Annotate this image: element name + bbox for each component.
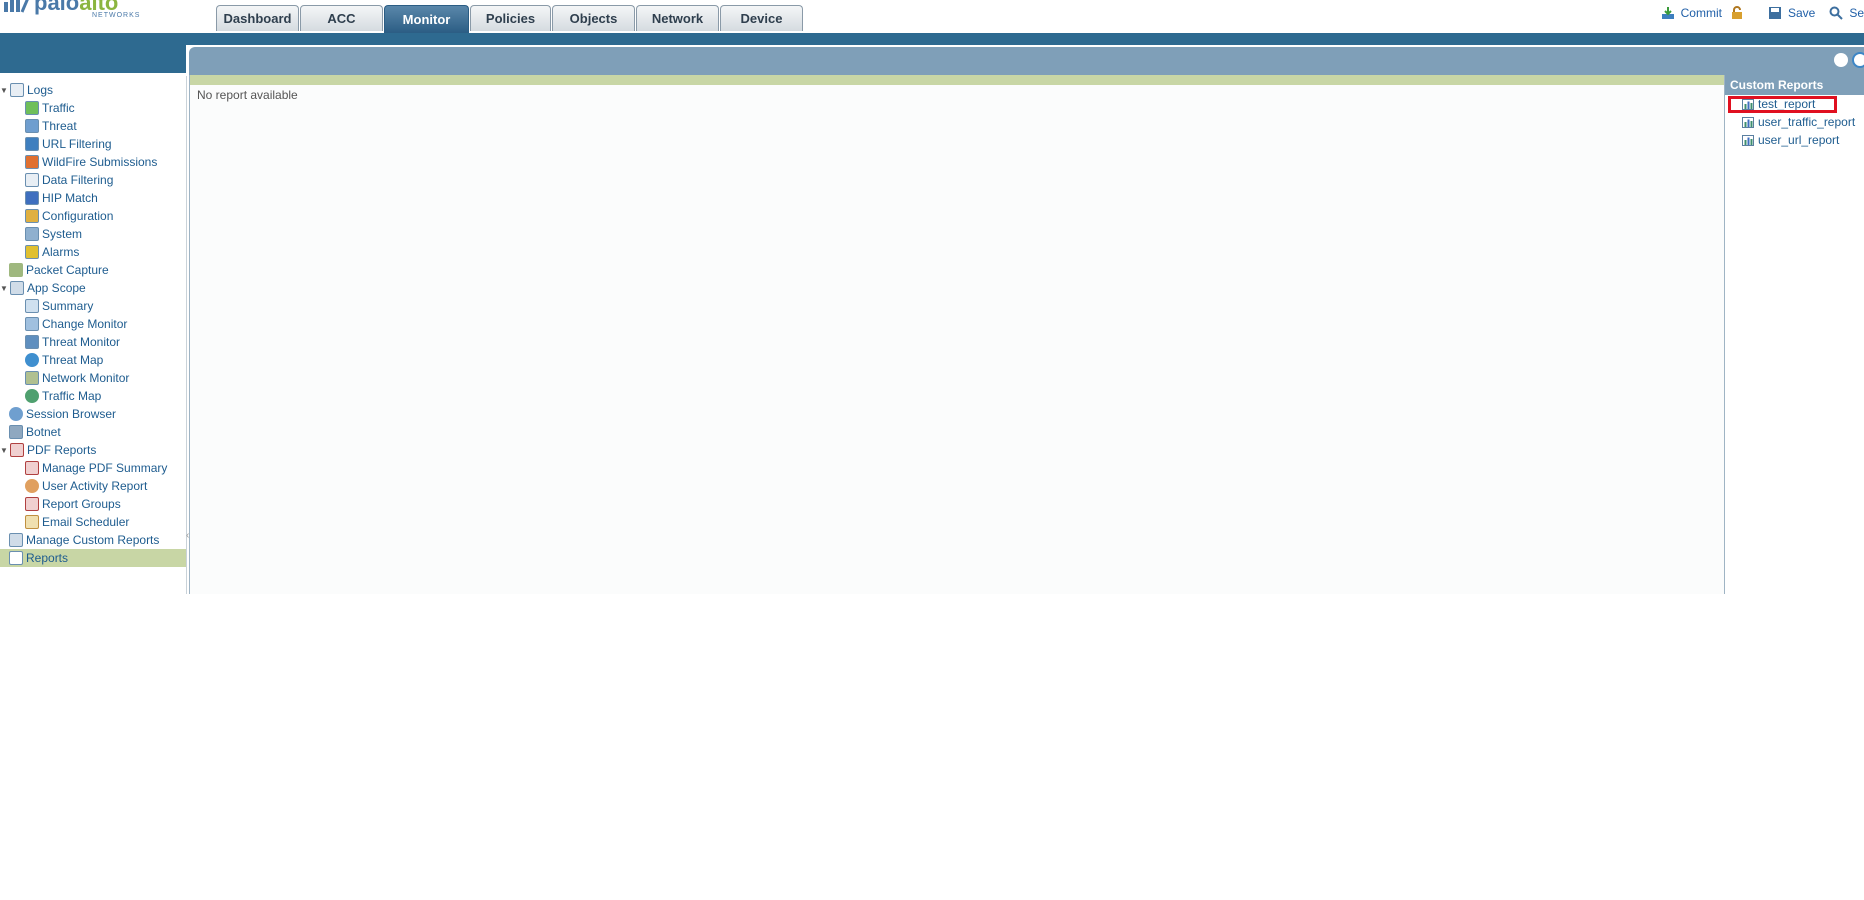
threat-map-icon <box>25 353 39 367</box>
tree-item-reports[interactable]: Reports <box>0 549 186 567</box>
tab-device[interactable]: Device <box>720 5 803 31</box>
hip-match-icon <box>25 191 39 205</box>
help-icon[interactable] <box>1852 52 1864 68</box>
configuration-icon <box>25 209 39 223</box>
botnet-icon <box>9 425 23 439</box>
logs-icon <box>10 83 24 97</box>
summary-icon <box>25 299 39 313</box>
tree-item-session-browser[interactable]: Session Browser <box>9 405 116 423</box>
tree-item-packet-capture[interactable]: Packet Capture <box>9 261 109 279</box>
user-activity-icon <box>25 479 39 493</box>
tree-item-threat-map[interactable]: Threat Map <box>25 351 103 369</box>
pdf-reports-icon <box>10 443 24 457</box>
lock-button[interactable] <box>1730 6 1750 20</box>
tree-item-botnet[interactable]: Botnet <box>9 423 61 441</box>
lock-icon <box>1731 6 1742 19</box>
packet-capture-icon <box>9 263 23 277</box>
monitor-nav-tree: ▼ Logs Traffic Threat URL Filtering WildF… <box>0 76 187 594</box>
change-monitor-icon <box>25 317 39 331</box>
pdf-summary-icon <box>25 461 39 475</box>
alarms-icon <box>25 245 39 259</box>
data-filtering-icon <box>25 173 39 187</box>
tree-item-app-scope[interactable]: ▼ App Scope <box>0 279 86 297</box>
bar-chart-icon <box>1742 134 1754 146</box>
content-header <box>189 47 1864 75</box>
wildfire-icon <box>25 155 39 169</box>
bar-chart-icon <box>1742 116 1754 128</box>
main-tabs: Dashboard ACC Monitor Policies Objects N… <box>216 5 804 33</box>
tree-item-threat[interactable]: Threat <box>25 117 77 135</box>
traffic-map-icon <box>25 389 39 403</box>
tree-item-summary[interactable]: Summary <box>25 297 93 315</box>
report-item-user-traffic-report[interactable]: user_traffic_report <box>1742 113 1855 131</box>
top-bar: paloalto NETWORKS Dashboard ACC Monitor … <box>0 0 1864 34</box>
tree-item-configuration[interactable]: Configuration <box>25 207 113 225</box>
save-button[interactable]: Save <box>1768 6 1815 20</box>
tab-objects[interactable]: Objects <box>552 5 635 31</box>
reports-icon <box>9 551 23 565</box>
search-icon <box>1829 6 1844 20</box>
search-button[interactable]: Se <box>1829 6 1864 20</box>
threat-monitor-icon <box>25 335 39 349</box>
tree-item-manage-custom-reports[interactable]: Manage Custom Reports <box>9 531 159 549</box>
highlight-box <box>1728 96 1837 113</box>
custom-reports-panel: Custom Reports test_report user_traffic_… <box>1725 75 1864 594</box>
report-groups-icon <box>25 497 39 511</box>
session-browser-icon <box>9 407 23 421</box>
report-toolbar-strip <box>190 75 1724 85</box>
tree-item-network-monitor[interactable]: Network Monitor <box>25 369 129 387</box>
threat-icon <box>25 119 39 133</box>
tree-item-traffic[interactable]: Traffic <box>25 99 75 117</box>
palo-alto-logo: paloalto NETWORKS <box>0 0 140 22</box>
tree-item-traffic-map[interactable]: Traffic Map <box>25 387 101 405</box>
tree-item-threat-monitor[interactable]: Threat Monitor <box>25 333 120 351</box>
tree-item-user-activity-report[interactable]: User Activity Report <box>25 477 147 495</box>
header-actions: Commit Save Se <box>1647 6 1864 20</box>
logo-mark-icon <box>4 0 29 13</box>
commit-icon <box>1661 7 1674 19</box>
empty-report-message: No report available <box>197 88 298 102</box>
tree-item-manage-pdf-summary[interactable]: Manage PDF Summary <box>25 459 167 477</box>
commit-button[interactable]: Commit <box>1661 6 1722 20</box>
tree-item-email-scheduler[interactable]: Email Scheduler <box>25 513 129 531</box>
system-icon <box>25 227 39 241</box>
tab-policies[interactable]: Policies <box>470 5 551 31</box>
tree-item-data-filtering[interactable]: Data Filtering <box>25 171 113 189</box>
sidebar-header <box>0 45 186 73</box>
tab-acc[interactable]: ACC <box>300 5 383 31</box>
refresh-icon[interactable] <box>1834 53 1848 67</box>
page-background <box>0 594 1864 900</box>
tree-item-wildfire-submissions[interactable]: WildFire Submissions <box>25 153 157 171</box>
tree-item-hip-match[interactable]: HIP Match <box>25 189 98 207</box>
tree-item-report-groups[interactable]: Report Groups <box>25 495 121 513</box>
app-scope-icon <box>10 281 24 295</box>
custom-reports-title: Custom Reports <box>1725 75 1864 95</box>
tab-dashboard[interactable]: Dashboard <box>216 5 299 31</box>
tree-item-system[interactable]: System <box>25 225 82 243</box>
expand-arrow-icon[interactable]: ▼ <box>0 446 8 455</box>
network-monitor-icon <box>25 371 39 385</box>
custom-reports-icon <box>9 533 23 547</box>
tab-monitor[interactable]: Monitor <box>384 5 469 33</box>
tree-item-change-monitor[interactable]: Change Monitor <box>25 315 127 333</box>
logo-subtext: NETWORKS <box>92 12 141 19</box>
save-icon <box>1768 7 1781 19</box>
tree-item-alarms[interactable]: Alarms <box>25 243 79 261</box>
tree-item-pdf-reports[interactable]: ▼ PDF Reports <box>0 441 96 459</box>
tree-item-url-filtering[interactable]: URL Filtering <box>25 135 112 153</box>
report-content-panel: No report available <box>189 75 1725 594</box>
expand-arrow-icon[interactable]: ▼ <box>0 86 8 95</box>
tree-item-logs[interactable]: ▼ Logs <box>0 81 53 99</box>
url-filtering-icon <box>25 137 39 151</box>
report-item-user-url-report[interactable]: user_url_report <box>1742 131 1839 149</box>
email-scheduler-icon <box>25 515 39 529</box>
header-band <box>0 33 1864 45</box>
traffic-icon <box>25 101 39 115</box>
tab-network[interactable]: Network <box>636 5 719 31</box>
expand-arrow-icon[interactable]: ▼ <box>0 284 8 293</box>
